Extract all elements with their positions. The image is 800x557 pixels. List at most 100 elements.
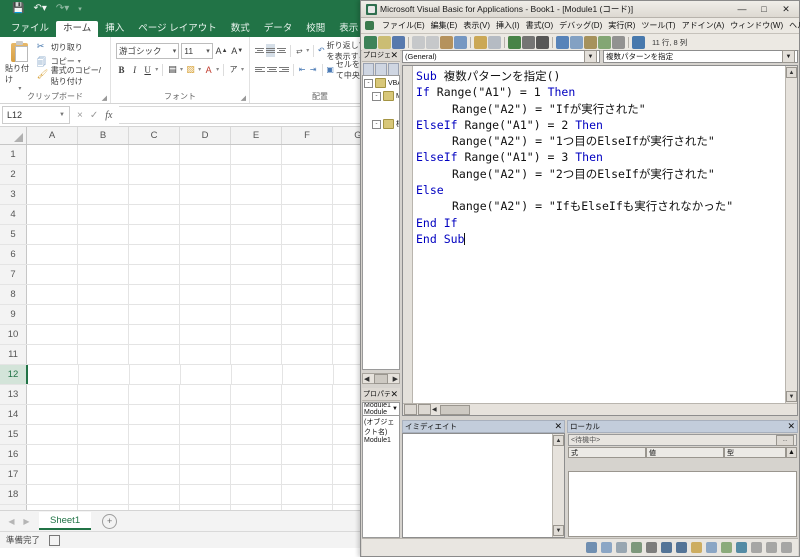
grid-cell-D11[interactable] [180, 345, 231, 364]
tree-node-modules[interactable]: - 標準モジュール [364, 119, 399, 129]
column-header-a[interactable]: A [27, 127, 78, 144]
grid-cell-A17[interactable] [27, 465, 78, 484]
grid-cell-C13[interactable] [129, 385, 180, 404]
grid-cell-F8[interactable] [282, 285, 333, 304]
code-text[interactable]: Sub 複数パターンを指定() If Range("A1") = 1 Then Ra… [413, 66, 785, 403]
scroll-up-icon[interactable]: ▲ [786, 447, 797, 458]
grid-cell-E18[interactable] [231, 485, 282, 504]
grid-cell-B18[interactable] [78, 485, 129, 504]
borders-dropdown-icon[interactable]: ▾ [180, 66, 183, 73]
next-sheet-icon[interactable]: ▶ [19, 517, 34, 526]
increase-indent-button[interactable]: ⇥ [309, 63, 318, 77]
reset-icon[interactable] [536, 35, 549, 49]
grid-cell-C18[interactable] [129, 485, 180, 504]
align-icon[interactable] [706, 542, 717, 553]
select-all-corner[interactable] [0, 127, 27, 144]
menu-format[interactable]: 書式(O) [523, 19, 557, 32]
align-top-button[interactable] [255, 44, 264, 57]
grid-cell-C17[interactable] [129, 465, 180, 484]
grid-cell-B16[interactable] [78, 445, 129, 464]
properties-object-combo[interactable]: Module1 Module ▼ [362, 402, 400, 416]
scroll-down-icon[interactable]: ▼ [553, 525, 564, 536]
grid-cell-E19[interactable] [231, 505, 282, 510]
tab-file[interactable]: ファイル [4, 21, 56, 38]
phonetic-dropdown-icon[interactable]: ▾ [241, 66, 244, 73]
indent-icon[interactable] [661, 542, 672, 553]
sheet-tab-sheet1[interactable]: Sheet1 [39, 512, 92, 530]
grid-cell-C14[interactable] [129, 405, 180, 424]
cancel-formula-icon[interactable]: × [77, 110, 83, 121]
code-vertical-scrollbar[interactable]: ▲ ▼ [785, 66, 797, 403]
grid-cell-C19[interactable] [129, 505, 180, 510]
scroll-left-icon[interactable]: ◀ [364, 375, 369, 383]
customize-qat-icon[interactable]: ▾ [78, 6, 82, 13]
grid-cell-F12[interactable] [283, 365, 334, 384]
grid-cell-E2[interactable] [231, 165, 282, 184]
grid-cell-E5[interactable] [231, 225, 282, 244]
minimize-button[interactable]: ― [731, 2, 753, 16]
toggle-folders-icon[interactable] [387, 62, 399, 76]
outdent-icon[interactable] [676, 542, 687, 553]
italic-button[interactable]: I [129, 63, 140, 77]
font-size-combo[interactable]: 11 ▾ [181, 42, 213, 59]
call-stack-button[interactable]: ... [776, 434, 794, 446]
grid-cell-D9[interactable] [180, 305, 231, 324]
phonetic-guide-button[interactable]: ア [228, 63, 239, 77]
grid-cell-A1[interactable] [27, 145, 78, 164]
close-icon[interactable]: ✕ [787, 421, 795, 432]
align-middle-button[interactable] [266, 44, 275, 57]
expand-icon[interactable]: - [364, 78, 373, 88]
grid-cell-F16[interactable] [282, 445, 333, 464]
bold-button[interactable]: B [116, 63, 127, 77]
orientation-button[interactable]: ⥂ [295, 44, 305, 58]
undo-icon[interactable] [474, 35, 487, 49]
procedure-view-icon[interactable] [404, 404, 417, 415]
code-editor[interactable]: Sub 複数パターンを指定() If Range("A1") = 1 Then Ra… [402, 65, 798, 416]
underline-dropdown-icon[interactable]: ▾ [155, 66, 158, 73]
menu-help[interactable]: ヘルプ(H) [786, 19, 800, 32]
grid-cell-D16[interactable] [180, 445, 231, 464]
grid-cell-C8[interactable] [129, 285, 180, 304]
grid-cell-A13[interactable] [27, 385, 78, 404]
grid-cell-A19[interactable] [27, 505, 78, 510]
zoom-in-icon[interactable] [751, 542, 762, 553]
align-center-button[interactable] [267, 63, 277, 76]
break-icon[interactable] [522, 35, 535, 49]
grid-cell-E11[interactable] [231, 345, 282, 364]
font-name-combo[interactable]: 游ゴシック ▾ [116, 42, 180, 59]
tab-home[interactable]: ホーム [56, 20, 99, 37]
grid-cell-F9[interactable] [282, 305, 333, 324]
column-header-c[interactable]: C [129, 127, 180, 144]
underline-button[interactable]: U [142, 63, 153, 77]
tree-root[interactable]: - VBAProject [364, 78, 399, 88]
row-header[interactable]: 1 [0, 145, 27, 164]
view-object-icon[interactable] [375, 62, 387, 76]
grid-cell-B8[interactable] [78, 285, 129, 304]
name-box[interactable]: L12 ▼ [2, 106, 70, 124]
grid-cell-D19[interactable] [180, 505, 231, 510]
grid-cell-D5[interactable] [180, 225, 231, 244]
view-excel-icon[interactable] [364, 35, 377, 49]
grid-cell-D4[interactable] [180, 205, 231, 224]
grid-cell-E4[interactable] [231, 205, 282, 224]
grid-cell-B3[interactable] [78, 185, 129, 204]
row-header[interactable]: 3 [0, 185, 27, 204]
procedure-combo[interactable]: 複数パターンを指定 ▼ [603, 50, 798, 63]
grid-cell-B1[interactable] [78, 145, 129, 164]
grid-cell-E8[interactable] [231, 285, 282, 304]
row-header[interactable]: 12 [0, 365, 28, 384]
grid-cell-D10[interactable] [180, 325, 231, 344]
project-tree[interactable]: - VBAProject - Microsoft Excel Objects -… [362, 75, 400, 370]
grid-cell-D3[interactable] [180, 185, 231, 204]
tab-formulas[interactable]: 数式 [224, 21, 257, 38]
scroll-down-icon[interactable]: ▼ [786, 391, 797, 402]
row-header[interactable]: 6 [0, 245, 27, 264]
grid-cell-E9[interactable] [231, 305, 282, 324]
column-header-b[interactable]: B [78, 127, 129, 144]
grid-cell-B14[interactable] [78, 405, 129, 424]
row-header[interactable]: 17 [0, 465, 27, 484]
chevron-down-icon[interactable]: ▼ [782, 50, 795, 63]
grid-cell-B10[interactable] [78, 325, 129, 344]
row-header[interactable]: 10 [0, 325, 27, 344]
grid-cell-E10[interactable] [231, 325, 282, 344]
